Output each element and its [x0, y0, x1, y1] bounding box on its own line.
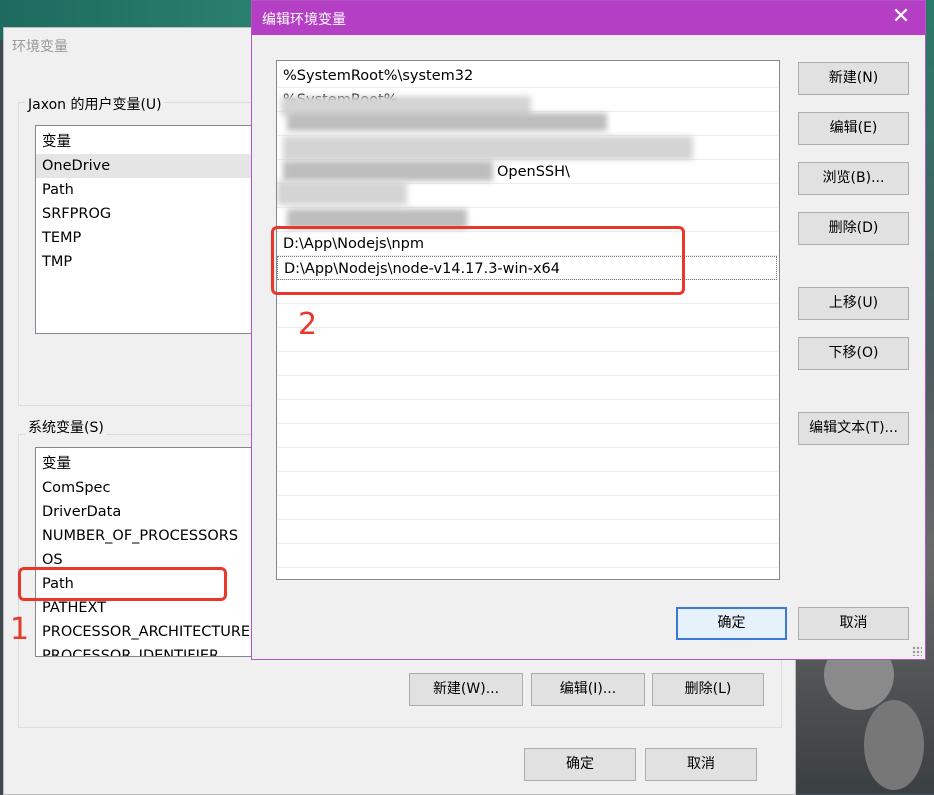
path-entries-list[interactable]: %SystemRoot%\system32 %SystemRoot% OpenS…: [276, 60, 780, 580]
move-down-button[interactable]: 下移(O): [798, 337, 909, 370]
annotation-box-1: [18, 567, 227, 601]
annotation-box-2: [271, 226, 685, 295]
close-icon[interactable]: ✕: [887, 4, 915, 29]
cancel-button[interactable]: 取消: [645, 748, 757, 781]
annotation-label-2: 2: [298, 307, 318, 342]
edit-button[interactable]: 编辑(E): [798, 112, 909, 145]
path-entry[interactable]: %SystemRoot%\system32: [283, 64, 473, 88]
system-edit-button[interactable]: 编辑(I)...: [531, 673, 645, 706]
edit-environment-variable-dialog: 编辑环境变量 ✕ %SystemRoot%\system32 %SystemRo…: [251, 0, 926, 660]
dialog-cancel-button[interactable]: 取消: [798, 607, 909, 640]
system-delete-button[interactable]: 删除(L): [652, 673, 764, 706]
dialog-title: 编辑环境变量: [262, 12, 346, 28]
browse-button[interactable]: 浏览(B)...: [798, 162, 909, 195]
window-title: 环境变量: [12, 39, 68, 55]
redacted-entry: [287, 113, 607, 131]
ok-button[interactable]: 确定: [524, 748, 636, 781]
dialog-titlebar[interactable]: 编辑环境变量 ✕: [252, 1, 925, 35]
annotation-label-1: 1: [10, 612, 30, 647]
system-variables-label: 系统变量(S): [26, 417, 106, 437]
move-up-button[interactable]: 上移(U): [798, 287, 909, 320]
wallpaper-shape: [864, 700, 924, 790]
delete-button[interactable]: 删除(D): [798, 212, 909, 245]
redacted-entry: [283, 136, 693, 160]
redacted-entry: [277, 181, 407, 205]
resize-grip[interactable]: [912, 646, 922, 656]
system-new-button[interactable]: 新建(W)...: [409, 673, 523, 706]
user-variables-label: Jaxon 的用户变量(U): [26, 94, 164, 114]
new-button[interactable]: 新建(N): [798, 62, 909, 95]
dialog-ok-button[interactable]: 确定: [676, 607, 787, 640]
edit-text-button[interactable]: 编辑文本(T)...: [798, 412, 909, 445]
path-entry-fragment: OpenSSH\: [497, 164, 570, 180]
redacted-entry: [283, 161, 493, 181]
